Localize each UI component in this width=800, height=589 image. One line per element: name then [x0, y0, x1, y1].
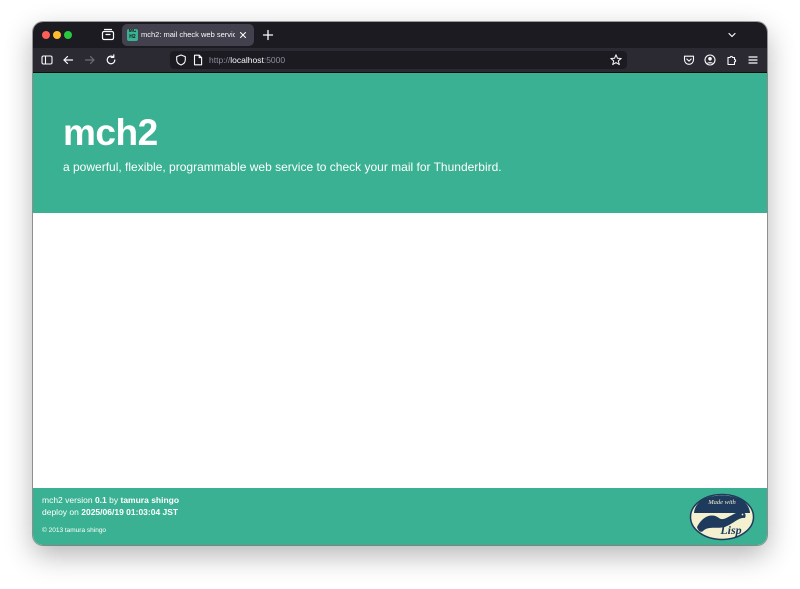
url-host: localhost	[230, 55, 264, 65]
deploy-prefix: deploy on	[42, 507, 79, 517]
chevron-down-icon[interactable]	[727, 30, 737, 40]
badge-main-text: Lisp	[719, 523, 741, 537]
web-page: mch2 a powerful, flexible, programmable …	[33, 73, 767, 545]
puzzle-icon[interactable]	[726, 54, 738, 66]
version-info: mch2 version 0.1 by tamura shingo	[42, 494, 179, 506]
page-icon[interactable]	[192, 54, 204, 66]
plus-icon[interactable]	[262, 29, 274, 41]
star-icon[interactable]	[610, 54, 622, 66]
badge-top-text: Made with	[707, 499, 736, 506]
sidebar-icon[interactable]	[41, 54, 53, 66]
pocket-icon[interactable]	[683, 54, 695, 66]
page-title: mch2	[63, 112, 158, 153]
zoom-window-button[interactable]	[64, 31, 72, 39]
version-prefix: mch2 version	[42, 495, 93, 505]
url-port: :5000	[263, 55, 286, 65]
account-icon[interactable]	[704, 54, 716, 66]
deploy-date: 2025/06/19 01:03:04 JST	[81, 507, 179, 517]
address-bar[interactable]: http://localhost:5000	[170, 51, 627, 69]
deploy-info: deploy on 2025/06/19 01:03:04 JST	[42, 506, 178, 518]
close-icon[interactable]	[238, 29, 248, 41]
by-text: by	[109, 495, 119, 505]
author-name: tamura shingo	[120, 495, 180, 505]
tab-title: mch2: mail check web service	[141, 30, 235, 39]
reload-icon[interactable]	[105, 54, 117, 66]
tab-overview-icon[interactable]	[101, 28, 115, 41]
minimize-window-button[interactable]	[53, 31, 61, 39]
page-subtitle: a powerful, flexible, programmable web s…	[63, 160, 502, 174]
url-scheme: http://	[209, 55, 231, 65]
favicon-icon: MC H2	[127, 29, 138, 41]
forward-arrow-icon[interactable]	[84, 54, 96, 66]
copyright-notice: © 2013 tamura shingo	[42, 527, 107, 534]
hamburger-menu-icon[interactable]	[747, 54, 759, 66]
browser-window: MC H2 mch2: mail check web service http:…	[33, 22, 767, 545]
version-number: 0.1	[94, 495, 107, 505]
close-window-button[interactable]	[42, 31, 50, 39]
main-content-area	[33, 213, 767, 488]
tab-strip: MC H2 mch2: mail check web service	[33, 22, 767, 48]
navigation-toolbar: http://localhost:5000	[33, 48, 767, 72]
page-footer: mch2 version 0.1 by tamura shingo deploy…	[33, 488, 767, 545]
back-arrow-icon[interactable]	[62, 54, 74, 66]
shield-icon[interactable]	[175, 54, 187, 66]
made-with-lisp-logo: Made with Lisp	[689, 493, 755, 541]
url-text[interactable]: http://localhost:5000	[209, 54, 285, 66]
tab-mch2[interactable]: MC H2 mch2: mail check web service	[122, 24, 254, 46]
page-header: mch2 a powerful, flexible, programmable …	[33, 73, 767, 213]
